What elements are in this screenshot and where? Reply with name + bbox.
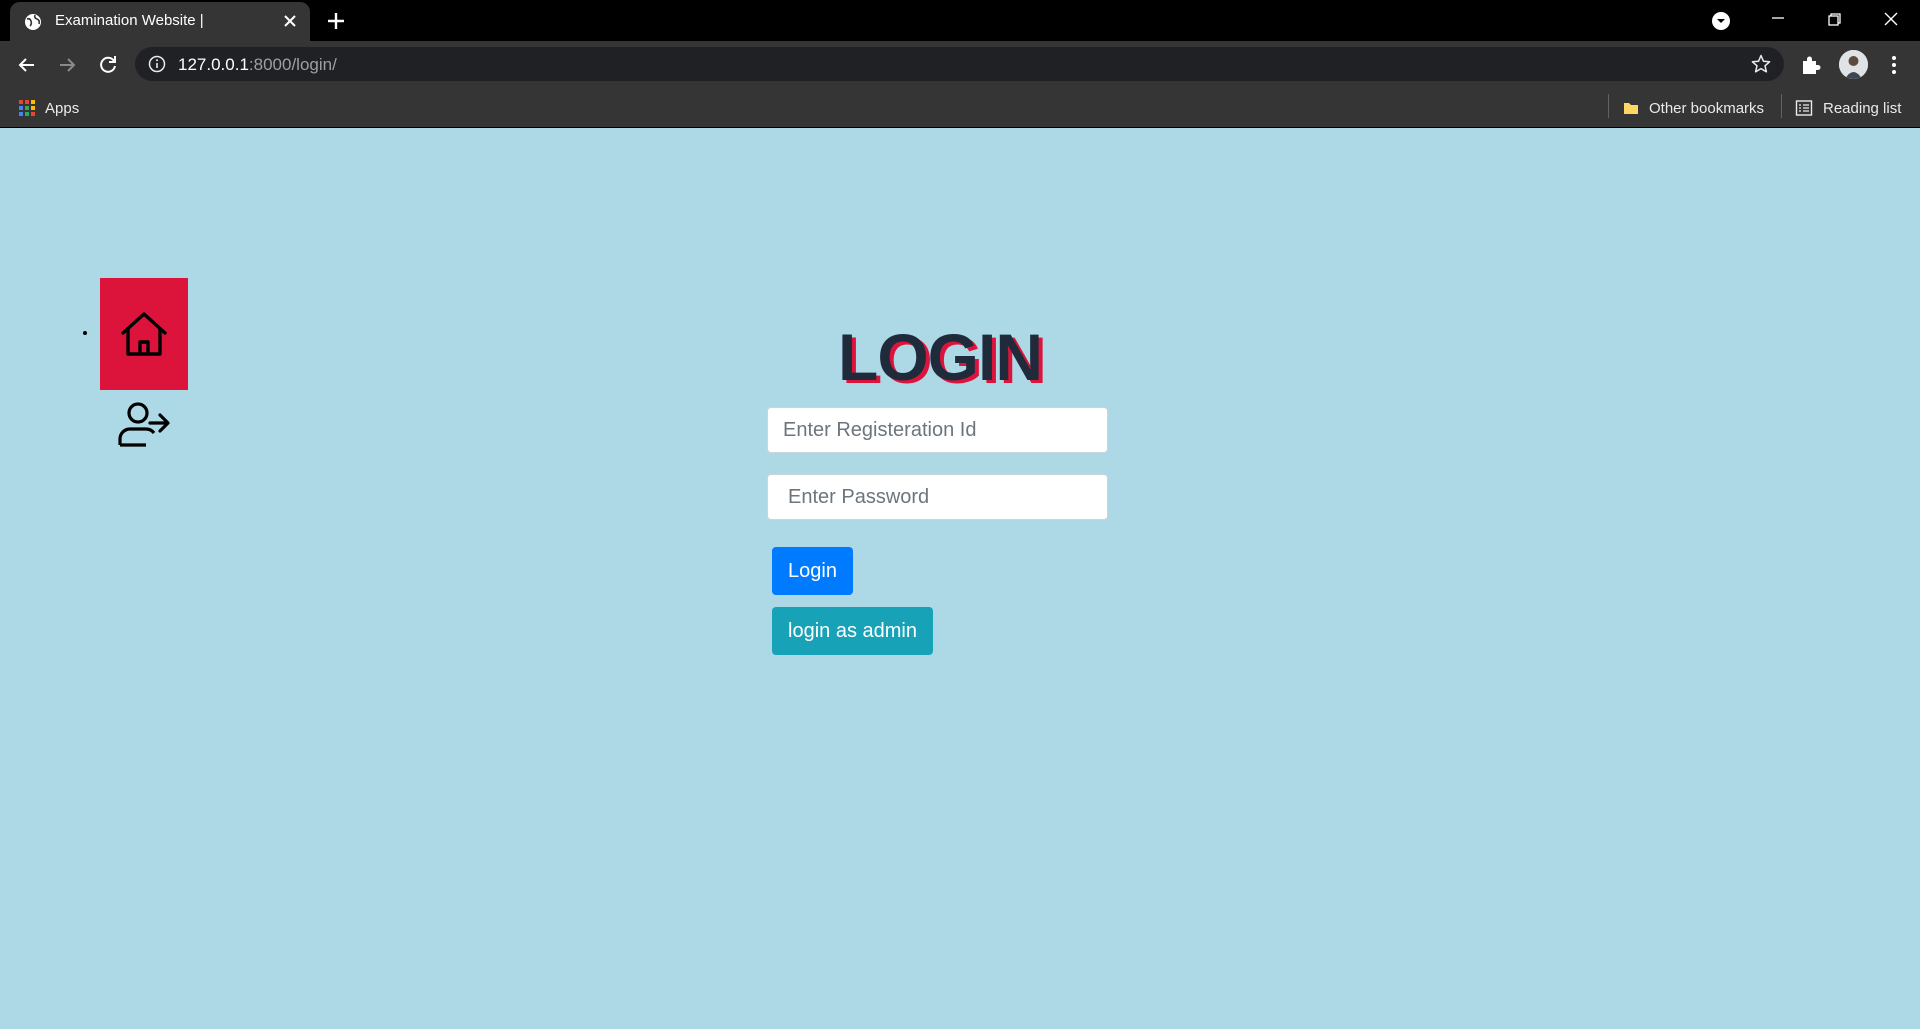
bookmark-reading-list[interactable]: Reading list bbox=[1795, 96, 1901, 120]
tab-search-icon[interactable] bbox=[1710, 10, 1732, 32]
info-icon[interactable] bbox=[148, 55, 166, 73]
new-tab-icon[interactable] bbox=[324, 9, 348, 33]
url-host: 127.0.0.1 bbox=[178, 55, 249, 74]
url-text: 127.0.0.1:8000/login/ bbox=[178, 55, 337, 75]
page-title: LOGIN bbox=[838, 320, 1043, 394]
apps-grid-icon bbox=[19, 100, 35, 116]
bookmark-star-icon[interactable] bbox=[1750, 53, 1772, 75]
url-path: :8000/login/ bbox=[248, 55, 337, 74]
bookmark-apps[interactable]: Apps bbox=[18, 96, 79, 120]
profile-avatar[interactable] bbox=[1839, 50, 1868, 79]
logout-icon[interactable] bbox=[116, 399, 172, 455]
address-bar[interactable]: 127.0.0.1:8000/login/ bbox=[135, 47, 1784, 81]
forward-icon[interactable] bbox=[54, 52, 80, 78]
browser-toolbar: 127.0.0.1:8000/login/ bbox=[0, 41, 1920, 88]
list-bullet bbox=[83, 331, 87, 335]
login-button[interactable]: Login bbox=[772, 547, 853, 595]
apps-label: Apps bbox=[45, 99, 80, 117]
profile-photo-icon bbox=[1839, 50, 1868, 79]
minimize-icon[interactable] bbox=[1764, 8, 1792, 32]
kebab-menu-icon[interactable] bbox=[1883, 52, 1905, 78]
reload-icon[interactable] bbox=[95, 52, 121, 78]
home-icon[interactable] bbox=[116, 306, 172, 362]
extensions-icon[interactable] bbox=[1798, 52, 1824, 78]
folder-icon bbox=[1624, 103, 1638, 114]
bookmark-separator bbox=[1608, 94, 1609, 118]
password-input[interactable] bbox=[767, 474, 1108, 520]
bookmark-separator bbox=[1781, 94, 1782, 118]
back-icon[interactable] bbox=[14, 52, 40, 78]
browser-tab[interactable]: Examination Website | bbox=[10, 2, 310, 41]
browser-titlebar: Examination Website | bbox=[0, 0, 1920, 41]
login-as-admin-button[interactable]: login as admin bbox=[772, 607, 933, 655]
close-tab-icon[interactable] bbox=[280, 11, 300, 31]
bookmark-other-bookmarks[interactable]: Other bookmarks bbox=[1622, 96, 1764, 120]
other-bookmarks-label: Other bookmarks bbox=[1649, 99, 1765, 117]
globe-icon bbox=[25, 14, 41, 30]
restore-icon[interactable] bbox=[1820, 8, 1848, 32]
reading-list-icon bbox=[1795, 100, 1813, 116]
page-content: LOGIN Login login as admin bbox=[0, 129, 1920, 1029]
reading-list-label: Reading list bbox=[1823, 99, 1902, 117]
close-window-icon[interactable] bbox=[1877, 8, 1905, 32]
registration-id-input[interactable] bbox=[767, 407, 1108, 453]
tab-title: Examination Website | bbox=[55, 12, 204, 29]
bookmarks-bar: Apps Other bookmarks Reading list bbox=[0, 88, 1920, 128]
